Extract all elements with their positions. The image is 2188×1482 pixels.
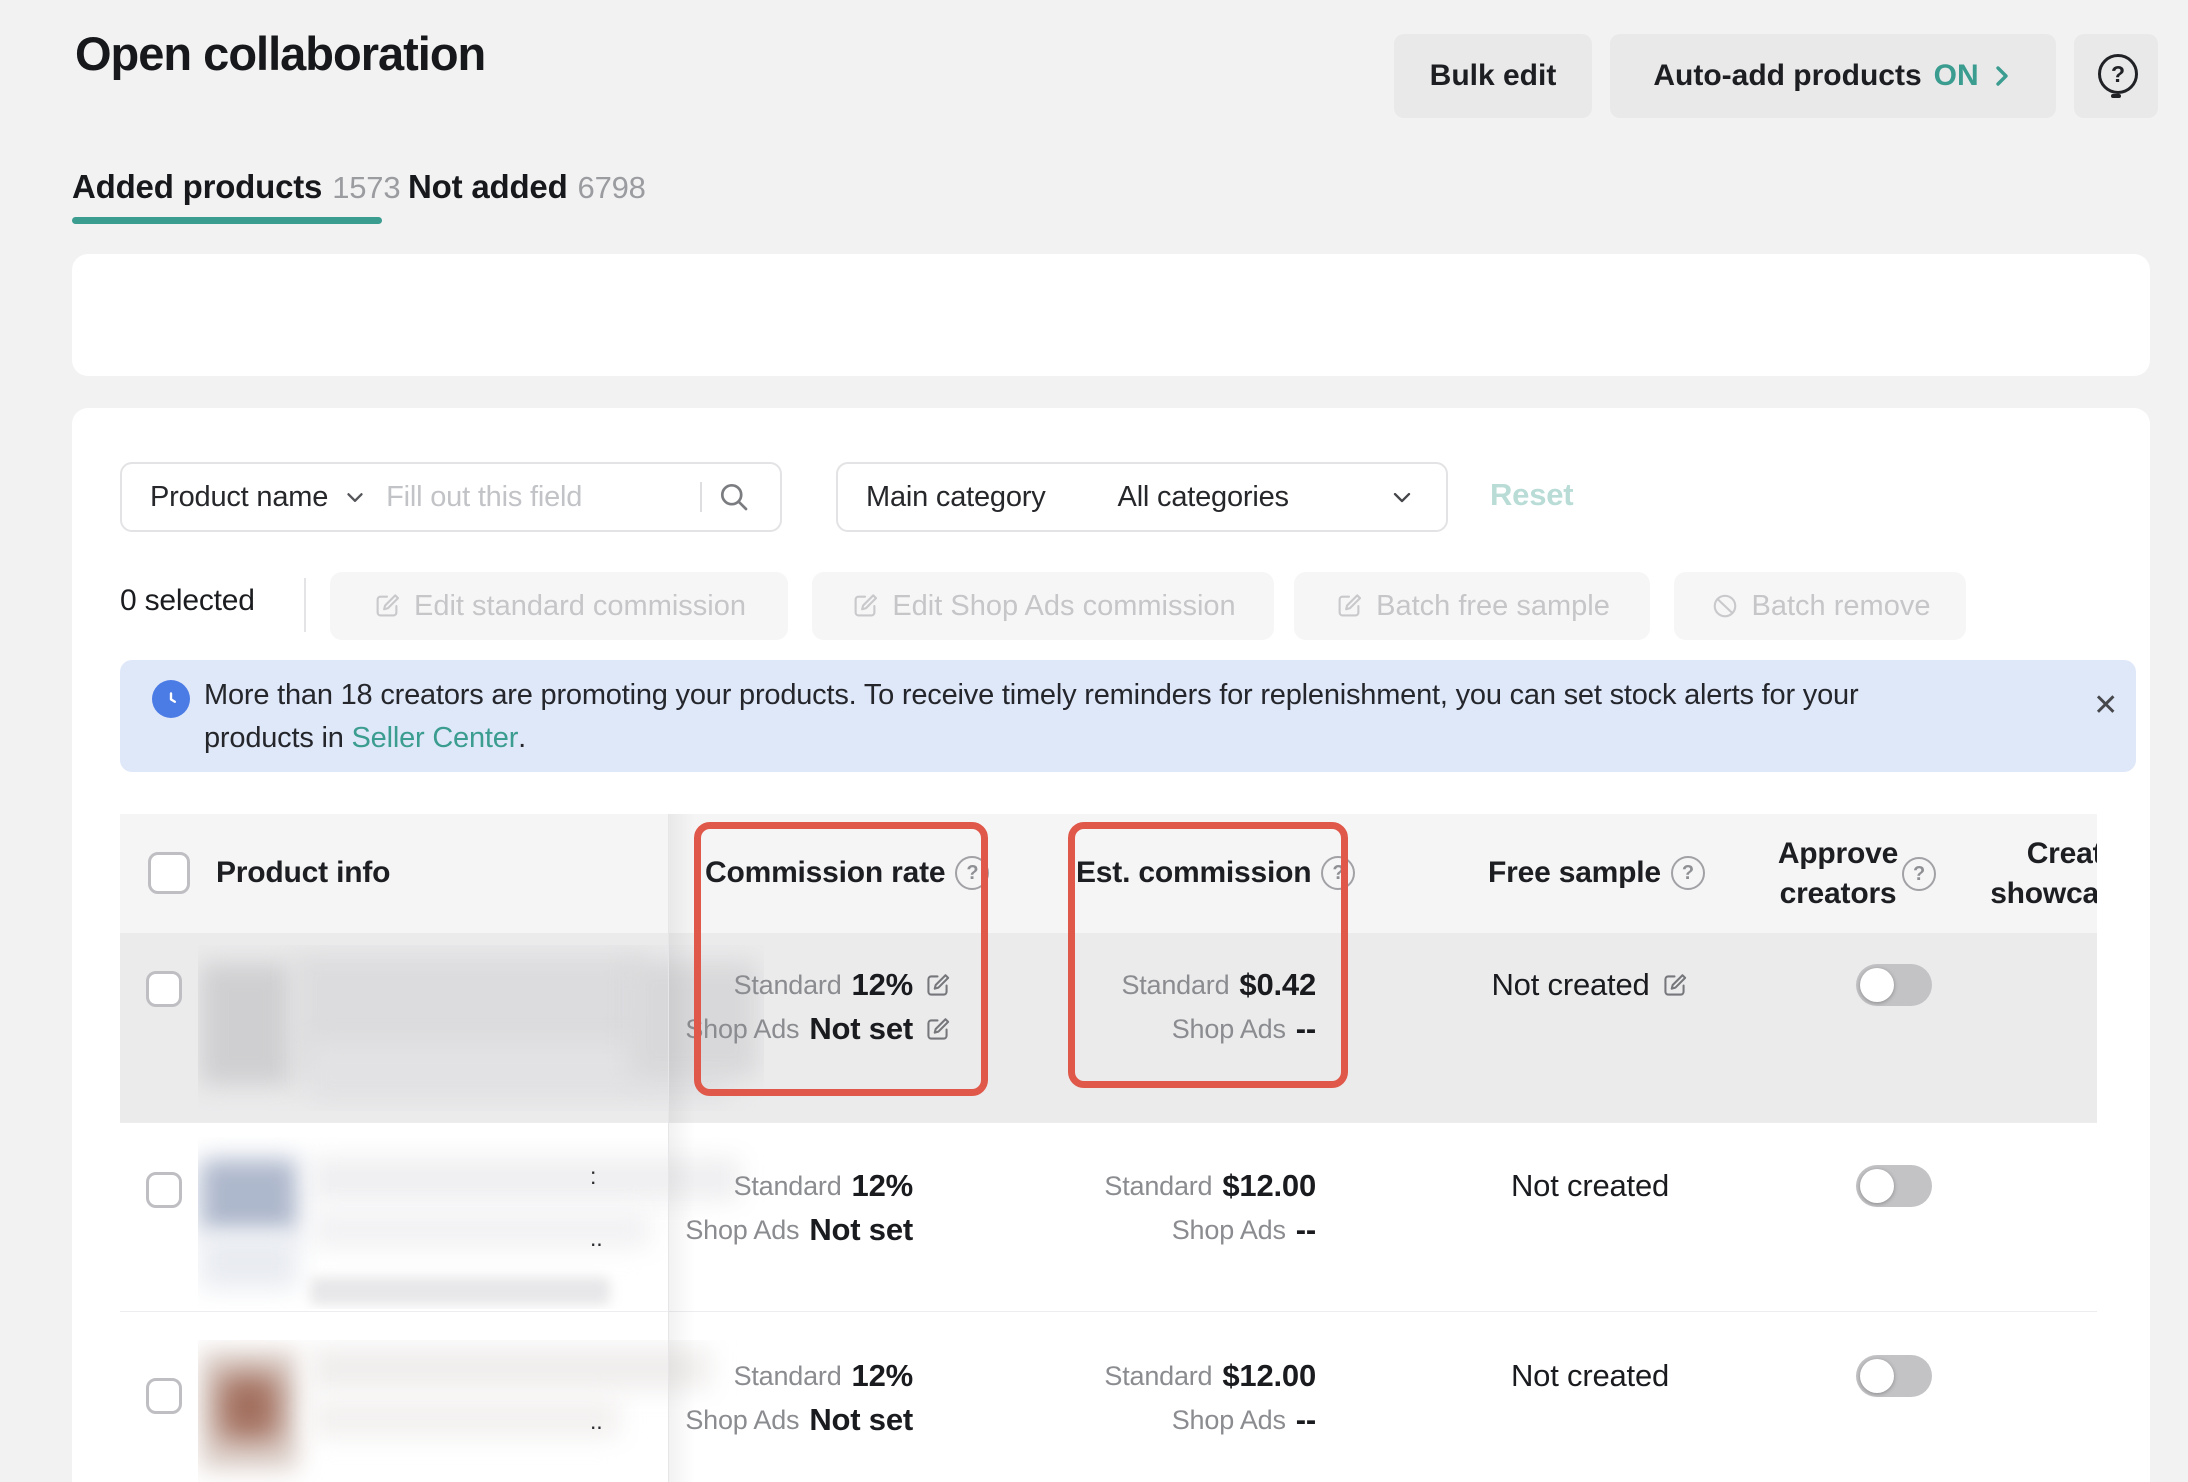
approve-creators-toggle[interactable]	[1856, 964, 1932, 1006]
free-sample-cell: Not created	[1460, 1164, 1720, 1208]
annotation-box-est-commission	[1068, 822, 1348, 1088]
help-button[interactable]: ?	[2074, 34, 2158, 118]
chevron-down-icon	[1388, 483, 1416, 511]
free-sample-cell: Not created	[1460, 963, 1720, 1007]
search-field-selector[interactable]: Product name	[150, 481, 328, 514]
not-added-count: 6798	[578, 170, 646, 205]
column-free-sample: Free sample ?	[1488, 856, 1705, 890]
auto-add-products-button[interactable]: Auto-add products ON	[1610, 34, 2056, 118]
column-product-info: Product info	[216, 856, 390, 890]
product-search-field[interactable]: Product name Fill out this field	[120, 462, 782, 532]
table-row: .. Standard12% Shop AdsNot set Standard$…	[120, 1311, 2097, 1482]
open-collaboration-page: Open collaboration Bulk edit Auto-add pr…	[0, 0, 2188, 1482]
frozen-column-shadow	[669, 814, 695, 1482]
bulk-edit-button[interactable]: Bulk edit	[1394, 34, 1592, 118]
ban-icon	[1710, 591, 1740, 621]
chevron-down-icon	[342, 484, 368, 510]
est-commission-cell: Standard$12.00 Shop Ads--	[1020, 1354, 1316, 1442]
category-value: All categories	[1118, 481, 1289, 514]
batch-remove-button[interactable]: Batch remove	[1674, 572, 1966, 640]
tab-added-products[interactable]: Added products1573	[72, 168, 400, 206]
main-category-select[interactable]: Main category All categories	[836, 462, 1448, 532]
auto-add-state: ON	[1934, 59, 1979, 93]
help-icon: ?	[2096, 54, 2136, 98]
batch-free-sample-button[interactable]: Batch free sample	[1294, 572, 1650, 640]
search-icon[interactable]	[716, 479, 752, 515]
est-commission-cell: Standard$12.00 Shop Ads--	[1020, 1164, 1316, 1252]
question-icon[interactable]: ?	[1671, 856, 1705, 890]
edit-icon[interactable]	[1660, 971, 1689, 1000]
row-checkbox[interactable]	[146, 1172, 182, 1208]
edit-shop-ads-commission-button[interactable]: Edit Shop Ads commission	[812, 572, 1274, 640]
edit-standard-commission-button[interactable]: Edit standard commission	[330, 572, 788, 640]
approve-creators-toggle[interactable]	[1856, 1165, 1932, 1207]
row-checkbox[interactable]	[146, 1378, 182, 1414]
close-icon[interactable]: ✕	[2093, 688, 2118, 723]
edit-icon	[1334, 591, 1364, 621]
category-label: Main category	[866, 481, 1046, 514]
column-creator-showcase: Creator showcase	[1960, 834, 2097, 914]
field-divider	[700, 482, 702, 512]
question-icon[interactable]: ?	[1902, 857, 1936, 891]
tab-not-added[interactable]: Not added6798	[408, 168, 646, 206]
selected-count: 0 selected	[120, 584, 255, 618]
column-approve-creators: Approve creators	[1748, 834, 1928, 914]
added-count: 1573	[332, 170, 400, 205]
active-tab-underline	[72, 217, 382, 224]
text-fragment: :	[590, 1163, 596, 1190]
search-input[interactable]: Fill out this field	[386, 481, 582, 514]
free-sample-cell: Not created	[1460, 1354, 1720, 1398]
page-title: Open collaboration	[75, 26, 485, 81]
divider	[304, 578, 306, 632]
table-row: : .. Standard12% Shop AdsNot set Standar…	[120, 1122, 2097, 1311]
row-checkbox[interactable]	[146, 971, 182, 1007]
reset-button[interactable]: Reset	[1490, 477, 1573, 513]
approve-creators-toggle[interactable]	[1856, 1355, 1932, 1397]
creator-applications-card: Creator applications 1new creator applic…	[72, 254, 2150, 376]
text-fragment: ..	[590, 1225, 602, 1252]
text-fragment: ..	[590, 1408, 602, 1435]
banner-message: More than 18 creators are promoting your…	[204, 674, 1858, 760]
select-all-checkbox[interactable]	[148, 852, 190, 894]
chevron-right-icon	[1991, 61, 2013, 91]
clock-icon	[152, 680, 190, 718]
edit-icon	[850, 591, 880, 621]
auto-add-label: Auto-add products	[1653, 59, 1921, 93]
annotation-box-commission-rate	[694, 822, 988, 1096]
bulk-edit-label: Bulk edit	[1430, 59, 1557, 93]
seller-center-link[interactable]: Seller Center	[352, 722, 519, 754]
edit-icon	[372, 591, 402, 621]
